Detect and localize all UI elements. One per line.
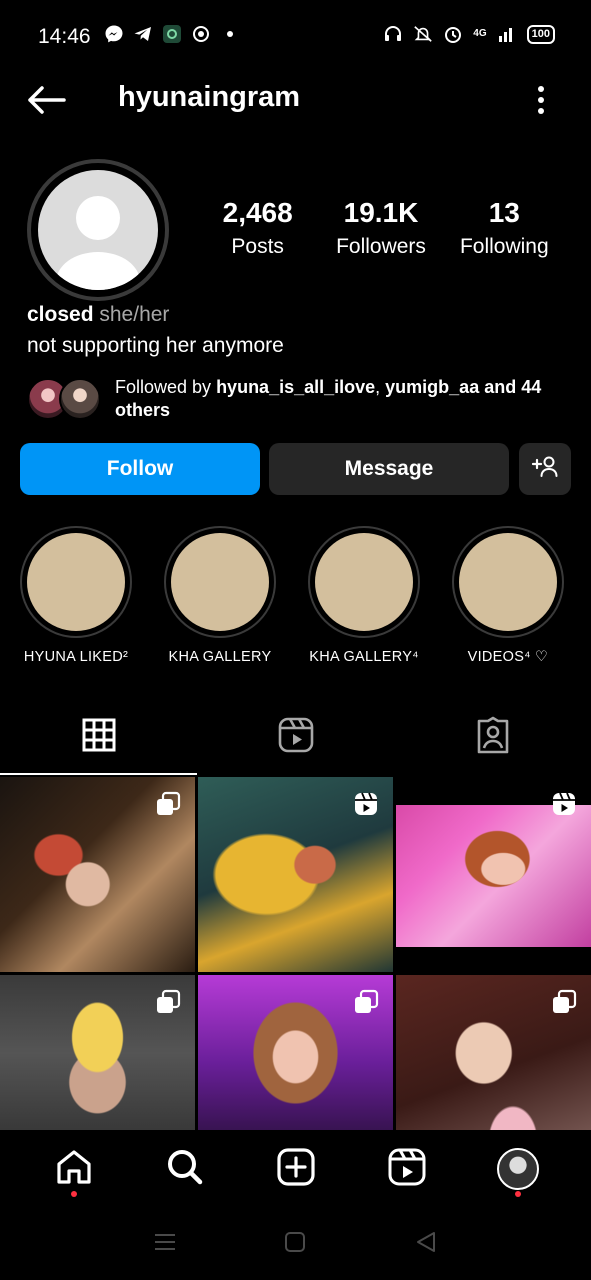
story-highlight[interactable]: VIDEOS⁴ ♡ xyxy=(452,526,564,665)
headset-icon xyxy=(383,24,403,44)
battery-icon: 100 xyxy=(526,24,555,44)
mutual-username[interactable]: hyuna_is_all_ilove xyxy=(216,377,375,397)
mutual-follower-avatar xyxy=(59,378,101,420)
tab-posts-grid[interactable] xyxy=(0,700,197,775)
story-highlight[interactable]: HYUNA LIKED² xyxy=(20,526,132,665)
menu-icon[interactable] xyxy=(154,1232,176,1257)
carousel-icon xyxy=(551,989,577,1015)
bottom-navigation xyxy=(0,1130,591,1208)
mutual-username[interactable]: yumigb_aa xyxy=(385,377,479,397)
follow-button[interactable]: Follow xyxy=(20,443,260,495)
highlight-cover xyxy=(452,526,564,638)
post-thumbnail[interactable] xyxy=(0,777,195,972)
grid-icon xyxy=(82,718,116,757)
more-vertical-icon[interactable] xyxy=(531,84,551,116)
post-thumbnail[interactable] xyxy=(396,777,591,972)
reel-icon xyxy=(353,791,379,817)
profile-tabs xyxy=(0,700,591,775)
followed-by-prefix: Followed by xyxy=(115,377,217,397)
add-person-icon xyxy=(531,454,559,484)
suggest-users-button[interactable] xyxy=(519,443,571,495)
stat-followers[interactable]: 19.1K Followers xyxy=(319,197,442,259)
nav-reels[interactable] xyxy=(377,1139,437,1199)
display-name: closed xyxy=(27,303,94,326)
video-frame xyxy=(396,805,591,947)
dot-icon xyxy=(220,24,240,44)
post-thumbnail[interactable] xyxy=(198,777,393,972)
profile-bio: not supporting her anymore xyxy=(27,334,284,357)
carousel-icon xyxy=(155,989,181,1015)
profile-name-line: closed she/her xyxy=(27,303,169,327)
story-highlight[interactable]: KHA GALLERY xyxy=(164,526,276,665)
stat-following[interactable]: 13 Following xyxy=(443,197,566,259)
target-icon xyxy=(191,24,211,44)
pronouns: she/her xyxy=(99,303,170,326)
stat-posts[interactable]: 2,468 Posts xyxy=(196,197,319,259)
profile-username: hyunaingram xyxy=(118,81,301,113)
reels-icon xyxy=(387,1147,427,1192)
highlight-cover xyxy=(164,526,276,638)
stat-label: Followers xyxy=(336,235,426,258)
nav-profile[interactable] xyxy=(488,1139,548,1199)
reels-icon xyxy=(278,717,314,758)
system-navigation xyxy=(0,1208,591,1280)
stat-value: 19.1K xyxy=(343,197,419,228)
tab-reels[interactable] xyxy=(197,700,394,775)
highlight-cover xyxy=(20,526,132,638)
highlight-cover xyxy=(308,526,420,638)
arrow-left-icon[interactable] xyxy=(24,80,68,120)
home-icon xyxy=(54,1147,94,1192)
profile-header: hyunaingram xyxy=(0,72,591,132)
stat-value: 2,468 xyxy=(222,197,293,228)
search-icon xyxy=(165,1147,205,1192)
reel-icon xyxy=(551,791,577,817)
nav-home[interactable] xyxy=(44,1139,104,1199)
notification-dot xyxy=(514,1191,521,1197)
signal-icon xyxy=(497,24,517,44)
app-icon xyxy=(162,24,182,44)
separator: , xyxy=(375,377,386,397)
telegram-icon xyxy=(133,24,153,44)
back-triangle-icon[interactable] xyxy=(415,1231,437,1258)
muted-bell-icon xyxy=(413,24,433,44)
followed-by-text: Followed by hyuna_is_all_ilove, yumigb_a… xyxy=(115,376,575,422)
network-type: 4G xyxy=(473,28,487,39)
tab-tagged[interactable] xyxy=(394,700,591,775)
alarm-icon xyxy=(443,24,463,44)
carousel-icon xyxy=(353,989,379,1015)
notification-dot xyxy=(70,1191,77,1197)
messenger-icon xyxy=(104,24,124,44)
default-avatar-icon xyxy=(38,170,158,290)
status-bar: 14:46 4G 100 xyxy=(0,0,591,72)
carousel-icon xyxy=(155,791,181,817)
nav-create[interactable] xyxy=(266,1139,326,1199)
stat-value: 13 xyxy=(488,197,520,228)
create-icon xyxy=(276,1147,316,1192)
profile-stats: 2,468 Posts 19.1K Followers 13 Following xyxy=(196,197,566,259)
profile-avatar[interactable] xyxy=(27,159,169,301)
tagged-icon xyxy=(475,716,511,759)
home-square-icon[interactable] xyxy=(284,1231,306,1258)
message-button[interactable]: Message xyxy=(269,443,509,495)
stat-label: Following xyxy=(459,235,549,258)
story-highlight[interactable]: KHA GALLERY⁴ xyxy=(308,526,420,665)
stat-label: Posts xyxy=(231,235,284,258)
posts-grid xyxy=(0,777,591,1170)
highlight-label: VIDEOS⁴ ♡ xyxy=(467,649,549,665)
status-time: 14:46 xyxy=(38,25,91,48)
nav-search[interactable] xyxy=(155,1139,215,1199)
profile-avatar xyxy=(496,1148,539,1190)
